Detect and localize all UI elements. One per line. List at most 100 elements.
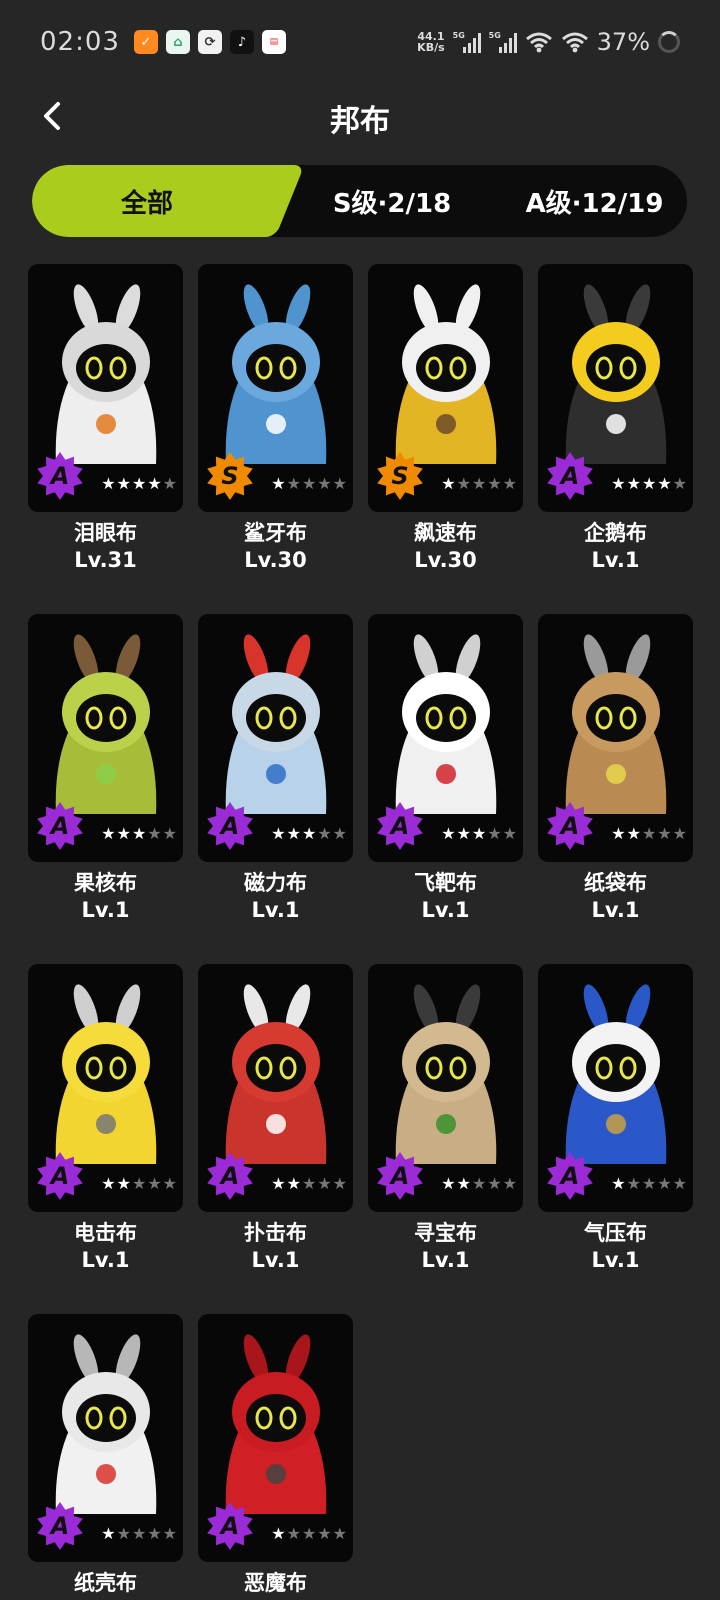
bangboo-name: 寻宝布 — [414, 1221, 477, 1245]
bangboo-card[interactable]: A ★ ★ ★ ★ ★ 果核布 Lv.1 — [28, 614, 183, 944]
network-speed: 44.1 KB/s — [417, 30, 445, 54]
bangboo-level: Lv.1 — [591, 898, 640, 922]
star-empty-icon: ★ — [657, 824, 672, 843]
star-filled-icon: ★ — [286, 1174, 301, 1193]
rank-badge: A — [36, 452, 84, 500]
tab-s-rank[interactable]: S级·2/18 — [287, 165, 497, 237]
star-empty-icon: ★ — [301, 1174, 317, 1193]
status-bar: 02:03 ✓ ⌂ ⟳ ♪ ▤ 44.1 KB/s 5G 5G 37% — [0, 0, 720, 84]
star-filled-icon: ★ — [441, 474, 456, 493]
star-empty-icon: ★ — [317, 824, 332, 843]
bangboo-card[interactable]: A ★ ★ ★ ★ ★ 扑击布 Lv.1 — [198, 964, 353, 1294]
bangboo-level: Lv.30 — [244, 548, 307, 572]
battery-icon — [658, 31, 680, 53]
bangboo-card[interactable]: A ★★★★★ 纸壳布 Lv.1 — [28, 1314, 183, 1600]
bangboo-card[interactable]: A ★ ★ ★ ★ ★ 企鹅布 Lv.1 — [538, 264, 693, 594]
bangboo-level: Lv.30 — [414, 548, 477, 572]
star-empty-icon: ★ — [147, 824, 162, 843]
star-empty-icon: ★ — [672, 1174, 687, 1193]
star-empty-icon: ★ — [162, 1174, 177, 1193]
star-rating: ★ ★ ★ ★ ★ — [271, 826, 347, 842]
signal-icon: 5G — [453, 31, 481, 53]
star-filled-icon: ★ — [611, 474, 626, 493]
star-empty-icon: ★ — [641, 1174, 657, 1193]
bangboo-frame: A ★ ★ ★ ★ ★ — [28, 614, 183, 862]
tab-all[interactable]: 全部 — [32, 165, 262, 237]
star-filled-icon: ★ — [101, 474, 116, 493]
status-time: 02:03 — [40, 27, 120, 57]
bangboo-frame: A ★ ★ ★ ★ ★ — [198, 964, 353, 1212]
bangboo-card[interactable]: A ★ ★ ★ ★ ★ 气压布 Lv.1 — [538, 964, 693, 1294]
page-title: 邦布 — [330, 104, 390, 139]
star-empty-icon: ★ — [301, 474, 317, 493]
star-empty-icon: ★ — [471, 474, 487, 493]
star-empty-icon: ★ — [131, 1524, 147, 1543]
bangboo-name: 纸壳布 — [74, 1571, 137, 1595]
star-rating: ★ ★ ★ ★ ★ — [611, 826, 687, 842]
bangboo-frame: S ★ ★ ★ ★ ★ — [198, 264, 353, 512]
bangboo-frame: A ★ ★ ★ ★ ★ — [538, 264, 693, 512]
star-filled-icon: ★ — [131, 824, 147, 843]
bangboo-card[interactable]: S ★ ★ ★ ★ ★ 飙速布 Lv.30 — [368, 264, 523, 594]
star-filled-icon: ★ — [101, 1174, 116, 1193]
bangboo-card[interactable]: A ★ ★ ★ ★ ★ 泪眼布 Lv.31 — [28, 264, 183, 594]
star-empty-icon: ★ — [502, 1174, 517, 1193]
star-empty-icon: ★ — [286, 474, 301, 493]
bangboo-card[interactable]: A ★ ★ ★ ★ ★ 电击布 Lv.1 — [28, 964, 183, 1294]
bangboo-level: Lv.1 — [421, 1248, 470, 1272]
rank-badge: A — [206, 1502, 254, 1550]
star-empty-icon: ★ — [332, 824, 347, 843]
rank-letter: A — [220, 1512, 240, 1540]
star-filled-icon: ★ — [147, 474, 162, 493]
bangboo-frame: A ★ ★ ★ ★ ★ — [28, 264, 183, 512]
bangboo-name: 磁力布 — [244, 871, 307, 895]
bangboo-card[interactable]: A ★ ★ ★ ★ ★ 磁力布 Lv.1 — [198, 614, 353, 944]
tab-a-rank[interactable]: A级·12/19 — [502, 165, 687, 237]
rank-badge: A — [546, 1152, 594, 1200]
star-rating: ★ ★ ★ ★ ★ — [271, 1176, 347, 1192]
star-filled-icon: ★ — [441, 1174, 456, 1193]
rank-letter: S — [221, 462, 239, 490]
rank-badge: A — [36, 1502, 84, 1550]
star-filled-icon: ★ — [626, 824, 641, 843]
bangboo-level: Lv.1 — [81, 898, 130, 922]
rank-letter: S — [391, 462, 409, 490]
star-rating: ★ ★ ★ ★ ★ — [271, 476, 347, 492]
bangboo-card[interactable]: S ★ ★ ★ ★ ★ 鲨牙布 Lv.30 — [198, 264, 353, 594]
header: 邦布 — [0, 84, 720, 148]
bangboo-frame: A ★ ★ ★ ★ ★ — [28, 1314, 183, 1562]
star-empty-icon: ★ — [657, 1174, 672, 1193]
news-app-icon: ▤ — [261, 30, 286, 54]
bangboo-level: Lv.1 — [591, 548, 640, 572]
rank-letter: A — [50, 812, 70, 840]
star-filled-icon: ★ — [116, 474, 131, 493]
bangboo-card[interactable]: A ★★★★★ 恶魔布 Lv.1 — [198, 1314, 353, 1600]
star-empty-icon: ★ — [502, 824, 517, 843]
bangboo-frame: A ★ ★ ★ ★ ★ — [28, 964, 183, 1212]
sync-app-icon: ⟳ — [197, 30, 222, 54]
star-filled-icon: ★ — [131, 474, 147, 493]
rank-badge: S — [206, 452, 254, 500]
bangboo-level: Lv.1 — [421, 898, 470, 922]
star-empty-icon: ★ — [147, 1524, 162, 1543]
star-filled-icon: ★ — [471, 824, 487, 843]
rank-badge: A — [376, 802, 424, 850]
star-filled-icon: ★ — [301, 824, 317, 843]
bangboo-card[interactable]: A ★ ★ ★ ★ ★ 纸袋布 Lv.1 — [538, 614, 693, 944]
app-notification-icon: ✓ — [133, 30, 158, 54]
rank-letter: A — [390, 1162, 410, 1190]
star-filled-icon: ★ — [101, 824, 116, 843]
bangboo-level: Lv.1 — [251, 1248, 300, 1272]
home-app-icon: ⌂ — [165, 30, 190, 54]
bangboo-level: Lv.1 — [591, 1248, 640, 1272]
bangboo-name: 飞靶布 — [414, 871, 477, 895]
bangboo-card[interactable]: A ★ ★ ★ ★ ★ 寻宝布 Lv.1 — [368, 964, 523, 1294]
bangboo-card[interactable]: A ★ ★ ★ ★ ★ 飞靶布 Lv.1 — [368, 614, 523, 944]
star-filled-icon: ★ — [116, 824, 131, 843]
star-filled-icon: ★ — [626, 474, 641, 493]
bangboo-frame: A ★ ★ ★ ★ ★ — [538, 614, 693, 862]
star-filled-icon: ★ — [271, 1524, 286, 1543]
bangboo-level: Lv.1 — [81, 1248, 130, 1272]
star-rating: ★ ★ ★ ★ ★ — [101, 1176, 177, 1192]
star-empty-icon: ★ — [502, 474, 517, 493]
